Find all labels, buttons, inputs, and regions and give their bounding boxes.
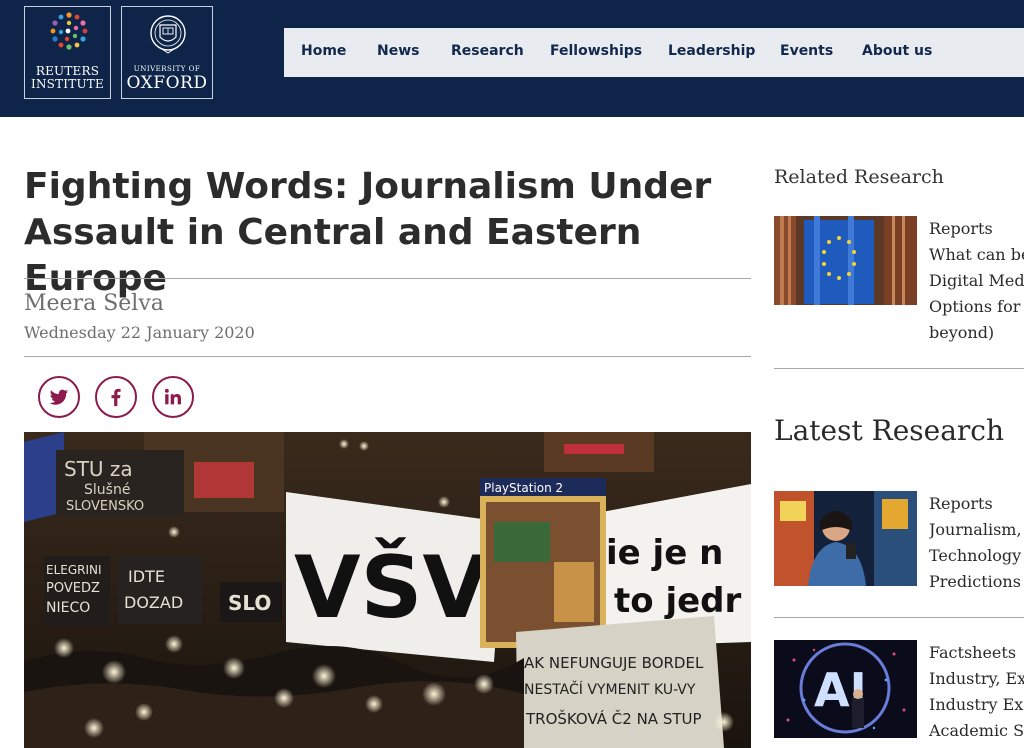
hero-sign-idte-line1: IDTE <box>128 567 165 586</box>
share-linkedin-button[interactable] <box>152 376 194 418</box>
site-header: REUTERS INSTITUTE UNIVERSITY OF OXFORD H… <box>0 0 1024 117</box>
hero-sign-right-line2: to jedr <box>614 581 742 621</box>
hero-sign-stu-line2: Slušné <box>84 482 130 498</box>
woman-with-phone-image <box>774 491 917 586</box>
university-of-oxford-logo[interactable]: UNIVERSITY OF OXFORD <box>121 6 213 99</box>
sidebar-divider-2 <box>774 617 1024 618</box>
byline-divider <box>24 356 751 357</box>
latest-thumb-2[interactable]: AI <box>774 640 917 738</box>
latest-card-1-title-line3: Predictions <box>929 572 1021 591</box>
hero-sign-idte-line2: DOZAD <box>124 593 183 612</box>
related-card-title-line2: Digital Med <box>929 271 1024 290</box>
related-thumb-eu-flag[interactable] <box>774 216 917 305</box>
hero-sign-playstation: PlayStation 2 <box>484 481 563 495</box>
eu-flag-building-image <box>774 216 917 305</box>
protest-photo: STU za Slušné SLOVENSKO VŠV ie je n to j… <box>24 432 751 748</box>
hero-sign-pellegrini-line2: POVEDZ <box>46 581 100 596</box>
latest-card-2-text[interactable]: Factsheets Industry, Ex Industry Ex Acad… <box>929 640 1024 744</box>
reuters-logo-line2: INSTITUTE <box>31 77 104 91</box>
latest-card-2-type: Factsheets <box>929 643 1017 662</box>
related-card-type: Reports <box>929 219 993 238</box>
hero-sign-bottom-line2: NESTAČÍ VYMENIT KU-VY <box>524 680 696 698</box>
title-divider <box>24 278 751 279</box>
facebook-icon <box>111 388 121 407</box>
linkedin-icon <box>164 388 181 405</box>
related-card-title-line4: beyond) <box>929 323 995 342</box>
nav-events[interactable]: Events <box>780 43 833 59</box>
nav-news[interactable]: News <box>377 43 419 59</box>
latest-card-1-type: Reports <box>929 494 993 513</box>
hero-sign-pellegrini-line3: NIECO <box>46 600 90 616</box>
latest-card-2-title-line3: Academic Sc <box>929 721 1024 740</box>
article-title-line-2: Assault in Central and Eastern Europe <box>24 212 642 299</box>
related-card-title-line1: What can be <box>929 245 1024 264</box>
article-date: Wednesday 22 January 2020 <box>24 323 255 342</box>
oxford-logo-line1: UNIVERSITY OF <box>133 65 201 73</box>
reuters-institute-logo[interactable]: REUTERS INSTITUTE <box>24 6 111 99</box>
latest-card-1-title-line2: Technology <box>929 546 1022 565</box>
latest-card-1-text[interactable]: Reports Journalism, Technology Predictio… <box>929 491 1024 595</box>
latest-card-2-title-line1: Industry, Ex <box>929 669 1024 688</box>
hero-sign-stu-line3: SLOVENSKO <box>66 499 144 514</box>
ai-stage-image: AI <box>774 640 917 738</box>
oxford-crest-icon <box>150 15 186 54</box>
latest-card-1-title-line1: Journalism, <box>929 520 1022 539</box>
related-card-text[interactable]: Reports What can be Digital Med Options … <box>929 216 1024 346</box>
reuters-logo-line1: REUTERS <box>35 64 100 78</box>
latest-card-2-title-line2: Industry Ex <box>929 695 1024 714</box>
hero-sign-stu-line1: STU za <box>64 457 133 481</box>
article-title-line-1: Fighting Words: Journalism Under <box>24 166 712 207</box>
hero-sign-right-line1: ie je n <box>606 533 723 573</box>
nav-about-us[interactable]: About us <box>862 43 932 59</box>
article-hero-image: STU za Slušné SLOVENSKO VŠV ie je n to j… <box>24 432 751 748</box>
article-author[interactable]: Meera Selva <box>24 291 164 316</box>
nav-research[interactable]: Research <box>451 43 524 59</box>
related-research-heading: Related Research <box>774 166 944 188</box>
hero-sign-pellegrini-line1: ELEGRINI <box>46 563 102 577</box>
hero-sign-bottom-line1: AK NEFUNGUJE BORDEL <box>524 654 704 672</box>
share-twitter-button[interactable] <box>38 376 80 418</box>
main-nav: Home News Research Fellowships Leadershi… <box>284 28 1024 77</box>
related-card-title-line3: Options for <box>929 297 1021 316</box>
hero-sign-bottom-line3: TROŠKOVÁ Č2 NA STUP <box>525 709 702 728</box>
latest-research-heading: Latest Research <box>774 414 1005 447</box>
share-facebook-button[interactable] <box>95 376 137 418</box>
article-title: Fighting Words: Journalism Under Assault… <box>24 164 744 302</box>
hero-sign-banner: VŠV <box>294 537 489 638</box>
nav-home[interactable]: Home <box>301 43 346 59</box>
twitter-icon <box>49 389 69 405</box>
latest-thumb-1[interactable] <box>774 491 917 586</box>
reuters-dots-icon <box>50 12 88 50</box>
nav-leadership[interactable]: Leadership <box>668 43 755 59</box>
hero-sign-slo: SLO <box>228 591 271 615</box>
sidebar-divider-1 <box>774 368 1024 369</box>
nav-fellowships[interactable]: Fellowships <box>550 43 642 59</box>
oxford-logo-line2: OXFORD <box>126 73 208 93</box>
